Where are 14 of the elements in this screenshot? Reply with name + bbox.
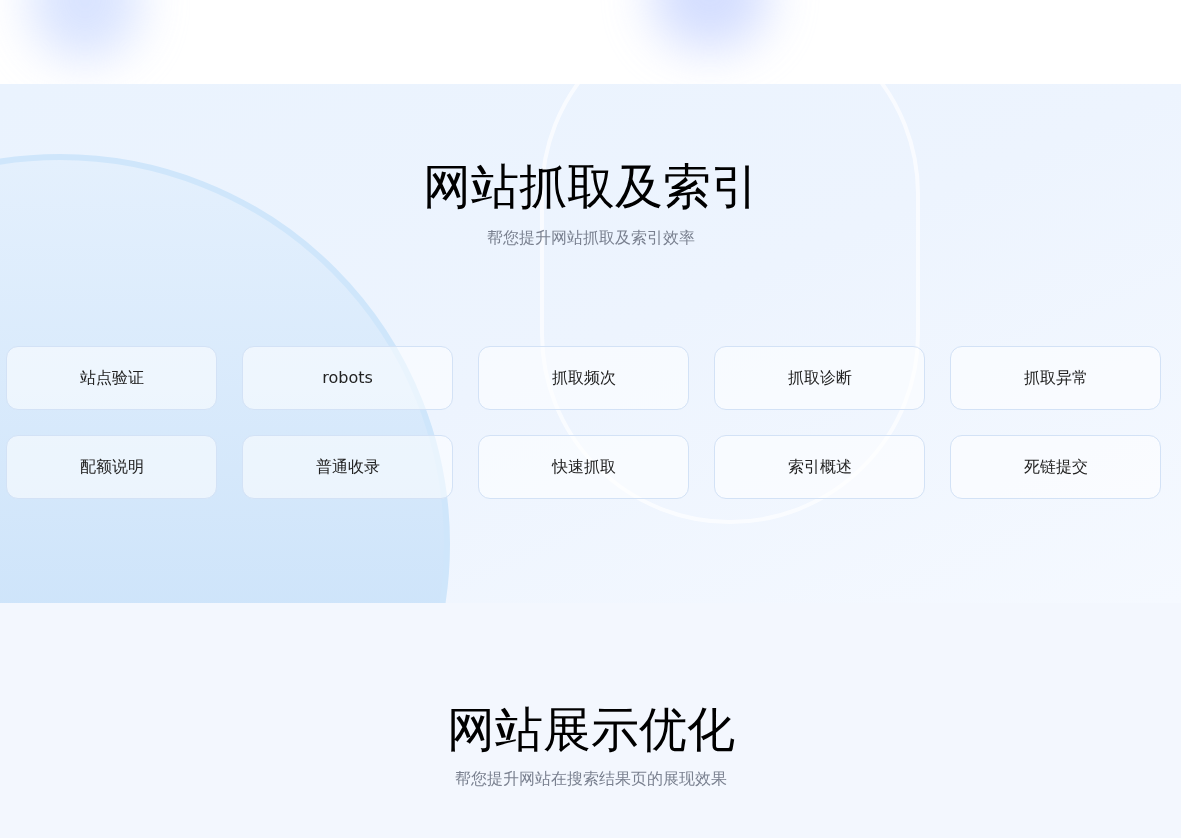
tool-button[interactable]: 死链提交 [950,435,1161,499]
tool-button[interactable]: 普通收录 [242,435,453,499]
section-title: 网站抓取及索引 [422,157,759,216]
tool-button[interactable]: 快速抓取 [478,435,689,499]
tool-button[interactable]: 索引概述 [714,435,925,499]
tool-button[interactable]: 抓取频次 [478,346,689,410]
tool-button[interactable]: 抓取诊断 [714,346,925,410]
section-title: 网站展示优化 [446,700,735,759]
tool-button[interactable]: 配额说明 [6,435,217,499]
tool-button[interactable]: 站点验证 [6,346,217,410]
section-subtitle: 帮您提升网站在搜索结果页的展现效果 [454,768,727,790]
tool-button[interactable]: robots [242,346,453,410]
tool-button[interactable]: 抓取异常 [950,346,1161,410]
section-subtitle: 帮您提升网站抓取及索引效率 [486,227,695,249]
